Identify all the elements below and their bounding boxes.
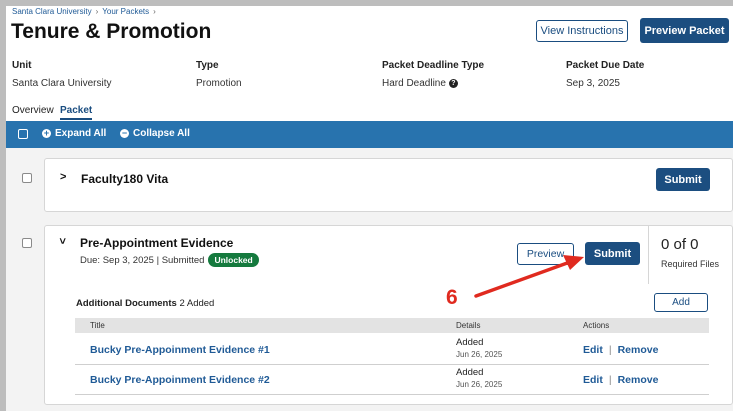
preview-packet-button[interactable]: Preview Packet <box>640 18 729 43</box>
required-files-count: 0 of 0 <box>661 236 699 253</box>
page-title: Tenure & Promotion <box>11 20 212 43</box>
remove-link[interactable]: Remove <box>618 344 659 356</box>
breadcrumb-separator: › <box>95 7 99 16</box>
chevron-right-icon[interactable]: > <box>60 171 66 183</box>
breadcrumb-separator: › <box>153 7 156 16</box>
status-badge: Unlocked <box>208 253 259 267</box>
action-separator: | <box>608 374 612 386</box>
column-header-details: Details <box>456 321 481 330</box>
additional-documents-count: 2 Added <box>179 298 215 309</box>
meta-value-type: Promotion <box>196 78 242 89</box>
submit-button-faculty180-vita[interactable]: Submit <box>656 168 710 191</box>
edit-link[interactable]: Edit <box>583 344 603 356</box>
meta-label-type: Type <box>196 60 219 71</box>
tab-overview[interactable]: Overview <box>12 105 54 116</box>
select-all-checkbox[interactable] <box>18 129 28 139</box>
chevron-down-icon[interactable]: > <box>56 238 68 244</box>
meta-value-unit: Santa Clara University <box>12 78 112 89</box>
additional-documents-heading: Additional Documents 2 Added <box>76 298 214 309</box>
remove-link[interactable]: Remove <box>618 374 659 386</box>
meta-label-unit: Unit <box>12 60 32 71</box>
annotation-step-number: 6 <box>446 286 458 309</box>
document-actions: Edit | Remove <box>583 344 658 356</box>
document-date: Jun 26, 2025 <box>456 380 503 389</box>
submit-button-pre-appointment[interactable]: Submit <box>585 242 640 265</box>
breadcrumb-item-university[interactable]: Santa Clara University <box>12 7 92 16</box>
preview-button-pre-appointment[interactable]: Preview <box>517 243 574 265</box>
section-title-pre-appointment: Pre-Appointment Evidence <box>80 236 234 250</box>
section-due-status: Due: Sep 3, 2025 | Submitted Unlocked <box>80 253 259 267</box>
document-title-link[interactable]: Bucky Pre-Appoinment Evidence #2 <box>90 374 270 386</box>
expand-all-button[interactable]: + Expand All <box>42 128 106 139</box>
collapse-all-button[interactable]: − Collapse All <box>120 128 190 139</box>
section-checkbox-pre-appointment[interactable] <box>22 238 32 248</box>
breadcrumb-item-packets[interactable]: Your Packets <box>102 7 149 16</box>
action-separator: | <box>608 344 612 356</box>
meta-value-deadline-type: Hard Deadline ? <box>382 78 458 89</box>
section-title-faculty180-vita: Faculty180 Vita <box>81 172 169 186</box>
tab-packet[interactable]: Packet <box>60 105 93 120</box>
column-header-title: Title <box>90 321 105 330</box>
meta-label-deadline-type: Packet Deadline Type <box>382 60 485 71</box>
required-files-label: Required Files <box>661 259 720 269</box>
section-checkbox-faculty180-vita[interactable] <box>22 173 32 183</box>
minus-circle-icon: − <box>120 128 129 138</box>
packet-toolbar: + Expand All − Collapse All <box>6 121 733 148</box>
view-instructions-button[interactable]: View Instructions <box>536 20 628 42</box>
row-divider <box>75 364 709 365</box>
document-date: Jun 26, 2025 <box>456 350 503 359</box>
question-circle-icon[interactable]: ? <box>448 79 458 88</box>
plus-circle-icon: + <box>42 128 51 138</box>
additional-documents-label: Additional Documents <box>76 298 177 309</box>
due-date-text: Due: Sep 3, 2025 | Submitted <box>80 254 205 266</box>
document-status: Added <box>456 367 484 378</box>
document-status: Added <box>456 337 484 348</box>
document-actions: Edit | Remove <box>583 374 658 386</box>
row-divider <box>75 394 709 395</box>
column-header-actions: Actions <box>583 321 610 330</box>
add-document-button[interactable]: Add <box>654 293 708 312</box>
breadcrumb: Santa Clara University › Your Packets › <box>12 7 160 16</box>
meta-value-due-date: Sep 3, 2025 <box>566 78 620 89</box>
edit-link[interactable]: Edit <box>583 374 603 386</box>
documents-table-header: Title Details Actions <box>75 318 709 333</box>
expand-all-label: Expand All <box>55 128 107 139</box>
deadline-type-text: Hard Deadline <box>382 78 446 89</box>
collapse-all-label: Collapse All <box>133 128 190 139</box>
document-title-link[interactable]: Bucky Pre-Appoinment Evidence #1 <box>90 344 270 356</box>
divider <box>648 226 649 284</box>
meta-label-due-date: Packet Due Date <box>566 60 645 71</box>
